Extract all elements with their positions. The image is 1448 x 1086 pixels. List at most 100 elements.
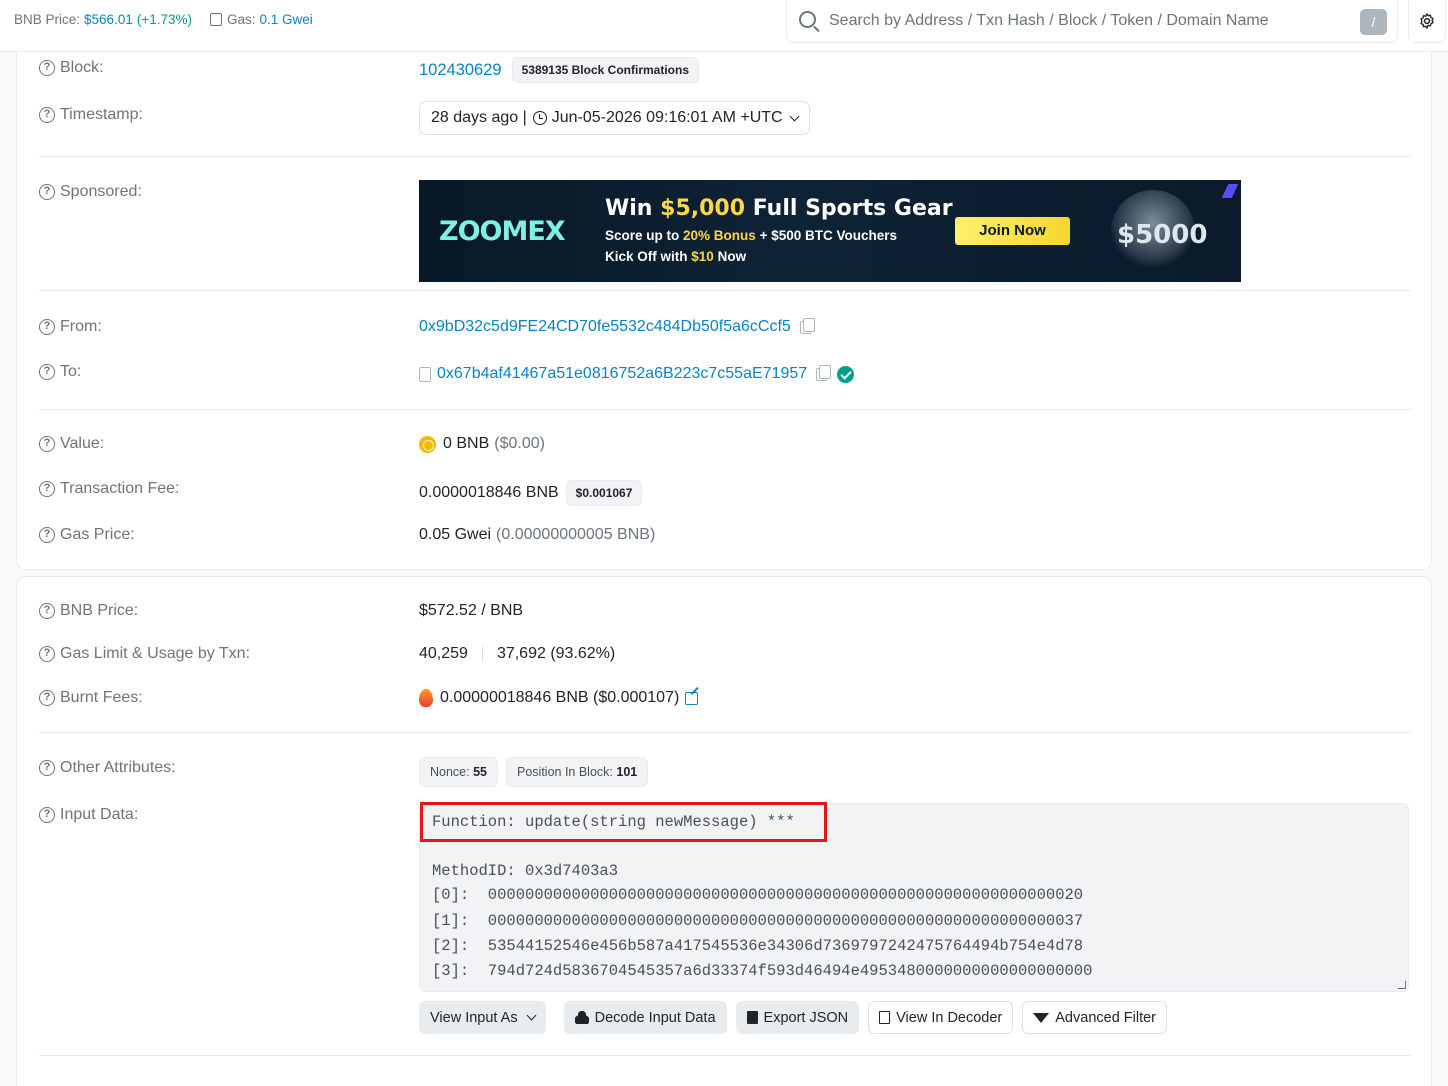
gear-icon [1420,13,1434,29]
bnb-coin-icon [419,435,436,453]
ad-trophy-image: $5000 [1111,190,1207,272]
divider [39,409,1411,410]
timestamp-dropdown[interactable]: 28 days ago | Jun-05-2026 09:16:01 AM +U… [419,101,810,135]
input-param-3: [3]: 794d724d5836704545357a6d33374f593d4… [432,962,1093,980]
nonce-chip: Nonce: 55 [419,757,498,787]
gas-price-bnb: (0.00000000005 BNB) [496,526,656,543]
input-param-0: [0]: 00000000000000000000000000000000000… [432,886,1084,904]
flame-icon [419,689,433,707]
export-json-button[interactable]: Export JSON [735,1001,860,1034]
ad-join-now-button[interactable]: Join Now [955,217,1070,245]
input-data-label: Input Data: [60,806,139,823]
divider [39,290,1411,291]
timestamp-relative: 28 days ago | [431,109,527,126]
help-icon[interactable]: ? [39,690,55,706]
view-in-decoder-button[interactable]: View In Decoder [868,1001,1014,1034]
file-outline-icon [879,1011,891,1024]
help-icon[interactable]: ? [39,107,55,123]
input-param-2: [2]: 53544152546e456b587a417545536e34306… [432,937,1084,955]
block-number-link[interactable]: 102430629 [419,61,502,80]
gas-price-value: 0.05 Gwei [419,526,492,543]
help-icon[interactable]: ? [39,364,55,380]
help-icon[interactable]: ? [39,481,55,497]
gas-limit-value: 40,259 [419,645,468,662]
filter-icon [1033,1012,1050,1023]
settings-button[interactable] [1408,0,1446,43]
copy-icon[interactable] [799,317,815,334]
file-icon [746,1011,758,1024]
help-icon[interactable]: ? [39,60,55,76]
view-input-as-button[interactable]: View Input As [419,1001,546,1034]
sponsored-ad-banner[interactable]: ZOOMEX Win $5,000 Full Sports Gear Score… [419,180,1241,282]
separator [481,646,483,662]
overview-card: ? Block: 102430629 5389135 Block Confirma… [16,38,1432,570]
timestamp-value: Jun-05-2026 09:16:01 AM +UTC [551,109,783,126]
fee-value: 0.0000018846 BNB [419,484,559,501]
help-icon[interactable]: ? [39,184,55,200]
help-icon[interactable]: ? [39,436,55,452]
input-data-actions: View Input As Decode Input Data Export J… [419,1001,1176,1034]
burnt-fees-value: 0.00000018846 BNB ($0.000107) [440,689,680,706]
help-icon[interactable]: ? [39,646,55,662]
price-ticker: BNB Price: $566.01 (+1.73%) Gas: 0.1 Gwe… [14,12,313,27]
position-in-block-chip: Position In Block: 101 [506,757,649,787]
input-data-textarea[interactable]: Function: update(string newMessage) *** … [419,802,1409,992]
block-confirmations-badge: 5389135 Block Confirmations [511,57,699,83]
details-card: ? BNB Price: $572.52 / BNB ? Gas Limit & U… [16,576,1432,1086]
search-shortcut-key: / [1360,9,1387,35]
divider [39,1055,1411,1056]
external-link-icon[interactable] [685,691,699,705]
value-label: Value: [60,435,105,452]
search-bar: / [786,0,1398,43]
help-icon[interactable]: ? [39,760,55,776]
timestamp-label: Timestamp: [60,106,143,123]
resize-handle[interactable] [1398,981,1406,989]
to-label: To: [60,363,82,380]
gas-value[interactable]: 0.1 Gwei [260,12,313,27]
help-icon[interactable]: ? [39,527,55,543]
clock-icon [532,111,547,125]
burnt-fees-label: Burnt Fees: [60,689,143,706]
ad-logo: ZOOMEX [439,216,566,247]
divider [39,732,1411,733]
advanced-filter-button[interactable]: Advanced Filter [1022,1001,1168,1034]
help-icon[interactable]: ? [39,319,55,335]
chevron-down-icon [526,1010,537,1021]
copy-icon[interactable] [816,364,832,381]
from-label: From: [60,318,102,335]
other-attributes-label: Other Attributes: [60,759,176,776]
verified-check-icon [837,365,855,383]
gas-label: Gas: [227,12,256,27]
search-icon [799,11,816,28]
sponsored-label: Sponsored: [60,183,142,200]
ad-subline-1: Score up to 20% Bonus + $500 BTC Voucher… [605,228,898,243]
gas-limit-label: Gas Limit & Usage by Txn: [60,645,250,662]
method-id: MethodID: 0x3d7403a3 [432,862,619,880]
ad-headline: Win $5,000 Full Sports Gear [605,196,953,221]
gas-ticker: Gas: 0.1 Gwei [210,12,313,27]
ad-corner-mark [1221,184,1239,198]
bnb-price-row-value: $572.52 / BNB [419,602,524,619]
contract-icon [419,366,431,382]
fee-label: Transaction Fee: [60,480,180,497]
decode-input-data-button[interactable]: Decode Input Data [563,1001,727,1034]
ad-subline-2: Kick Off with $10 Now [605,249,747,264]
chevron-down-icon [789,111,800,121]
function-signature: Function: update(string newMessage) *** [432,813,795,831]
bnb-price-label: BNB Price: [14,12,81,27]
divider [39,156,1411,157]
block-label: Block: [60,59,104,76]
help-icon[interactable]: ? [39,807,55,823]
help-icon[interactable]: ? [39,603,55,619]
fee-usd-badge: $0.001067 [565,480,643,506]
bnb-price-change: (+1.73%) [136,12,192,27]
gas-pump-icon [210,13,222,26]
gas-price-label: Gas Price: [60,526,135,543]
search-input[interactable] [829,8,1349,34]
bnb-price-value[interactable]: $566.01 [84,12,133,27]
to-address-link[interactable]: 0x67b4af41467a51e0816752a6B223c7c55aE719… [437,365,807,383]
top-bar: BNB Price: $566.01 (+1.73%) Gas: 0.1 Gwe… [0,0,1448,52]
value-usd: ($0.00) [494,435,545,452]
from-address-link[interactable]: 0x9bD32c5d9FE24CD70fe5532c484Db50f5a6cCc… [419,318,791,336]
cubes-icon [574,1011,589,1024]
